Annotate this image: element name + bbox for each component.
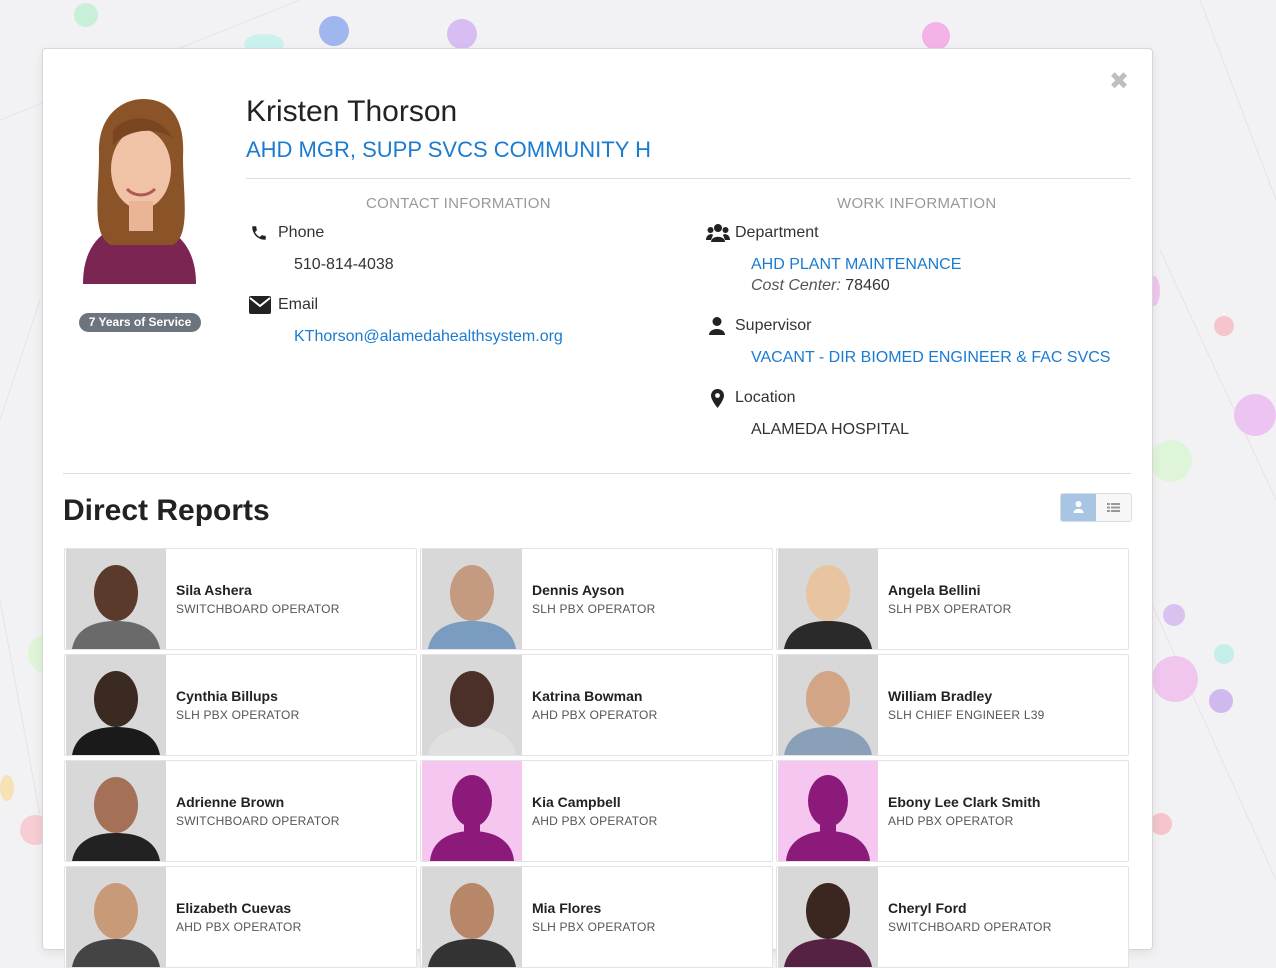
phone-value: 510-814-4038 [294,256,394,273]
supervisor-link[interactable]: VACANT - DIR BIOMED ENGINEER & FAC SVCS [751,349,1110,367]
direct-report-card[interactable]: Cheryl Ford SWITCHBOARD OPERATOR [776,866,1129,968]
service-badge: 7 Years of Service [79,313,201,332]
report-role: SLH PBX OPERATOR [176,708,300,722]
report-name[interactable]: Dennis Ayson [532,582,624,598]
direct-report-card[interactable]: Kia Campbell AHD PBX OPERATOR [420,760,773,862]
report-role: SWITCHBOARD OPERATOR [176,814,340,828]
list-view-button[interactable] [1096,494,1131,521]
avatar-photo [778,655,878,755]
placeholder-avatar [422,761,522,861]
placeholder-avatar [778,761,878,861]
avatar-photo [422,655,522,755]
avatar-photo [778,867,878,967]
profile-name: Kristen Thorson [246,95,458,128]
department-link[interactable]: AHD PLANT MAINTENANCE [751,256,961,274]
cost-center-label: Cost Center: [751,277,841,294]
report-name[interactable]: Cynthia Billups [176,688,278,704]
report-role: SLH PBX OPERATOR [888,602,1012,616]
cost-center: Cost Center: 78460 [751,277,890,295]
avatar-photo [66,867,166,967]
profile-photo [63,95,216,284]
divider [63,473,1131,474]
report-role: AHD PBX OPERATOR [888,814,1014,828]
email-link[interactable]: KThorson@alamedahealthsystem.org [294,328,563,346]
close-icon[interactable]: ✖ [1109,69,1129,95]
supervisor-label: Supervisor [735,317,812,334]
avatar-photo [66,761,166,861]
card-view-icon [1073,501,1084,513]
location-icon [711,389,724,413]
avatar-photo [778,549,878,649]
profile-modal: ✖ 7 Years of Service Kristen Thorson AHD… [42,48,1153,968]
email-icon [249,296,271,319]
phone-icon [250,224,268,247]
direct-report-card[interactable]: Mia Flores SLH PBX OPERATOR [420,866,773,968]
avatar-photo [422,549,522,649]
avatar-photo [66,549,166,649]
direct-report-card[interactable]: Angela Bellini SLH PBX OPERATOR [776,548,1129,650]
avatar-photo [66,655,166,755]
report-role: AHD PBX OPERATOR [532,814,658,828]
phone-label: Phone [278,224,325,241]
work-information-heading: WORK INFORMATION [837,195,997,212]
department-label: Department [735,224,819,241]
report-role: AHD PBX OPERATOR [532,708,658,722]
location-label: Location [735,389,796,406]
report-name[interactable]: Cheryl Ford [888,900,967,916]
report-name[interactable]: Ebony Lee Clark Smith [888,794,1040,810]
divider [246,178,1131,179]
supervisor-icon [709,317,725,340]
direct-reports-heading: Direct Reports [63,494,270,527]
report-role: SLH PBX OPERATOR [532,920,656,934]
direct-report-card[interactable]: William Bradley SLH CHIEF ENGINEER L39 [776,654,1129,756]
department-icon [706,224,730,247]
direct-report-card[interactable]: Ebony Lee Clark Smith AHD PBX OPERATOR [776,760,1129,862]
report-name[interactable]: Katrina Bowman [532,688,642,704]
direct-report-card[interactable]: Dennis Ayson SLH PBX OPERATOR [420,548,773,650]
direct-report-card[interactable]: Adrienne Brown SWITCHBOARD OPERATOR [64,760,417,862]
report-name[interactable]: Elizabeth Cuevas [176,900,291,916]
direct-report-card[interactable]: Katrina Bowman AHD PBX OPERATOR [420,654,773,756]
location-value: ALAMEDA HOSPITAL [751,421,909,438]
direct-report-card[interactable]: Elizabeth Cuevas AHD PBX OPERATOR [64,866,417,968]
cost-center-value: 78460 [845,277,890,294]
avatar-photo [422,867,522,967]
report-role: SWITCHBOARD OPERATOR [888,920,1052,934]
direct-report-card[interactable]: Cynthia Billups SLH PBX OPERATOR [64,654,417,756]
contact-information-heading: CONTACT INFORMATION [366,195,551,212]
report-name[interactable]: Angela Bellini [888,582,981,598]
report-name[interactable]: Adrienne Brown [176,794,284,810]
report-role: SLH PBX OPERATOR [532,602,656,616]
list-view-icon [1107,503,1120,512]
email-label: Email [278,296,319,313]
card-view-button[interactable] [1061,494,1096,521]
profile-job-title[interactable]: AHD MGR, SUPP SVCS COMMUNITY H [246,137,651,163]
direct-report-card[interactable]: Sila Ashera SWITCHBOARD OPERATOR [64,548,417,650]
report-role: AHD PBX OPERATOR [176,920,302,934]
report-name[interactable]: Kia Campbell [532,794,621,810]
report-role: SLH CHIEF ENGINEER L39 [888,708,1045,722]
report-name[interactable]: William Bradley [888,688,992,704]
view-toggle [1060,493,1132,522]
report-name[interactable]: Mia Flores [532,900,601,916]
report-name[interactable]: Sila Ashera [176,582,252,598]
report-role: SWITCHBOARD OPERATOR [176,602,340,616]
